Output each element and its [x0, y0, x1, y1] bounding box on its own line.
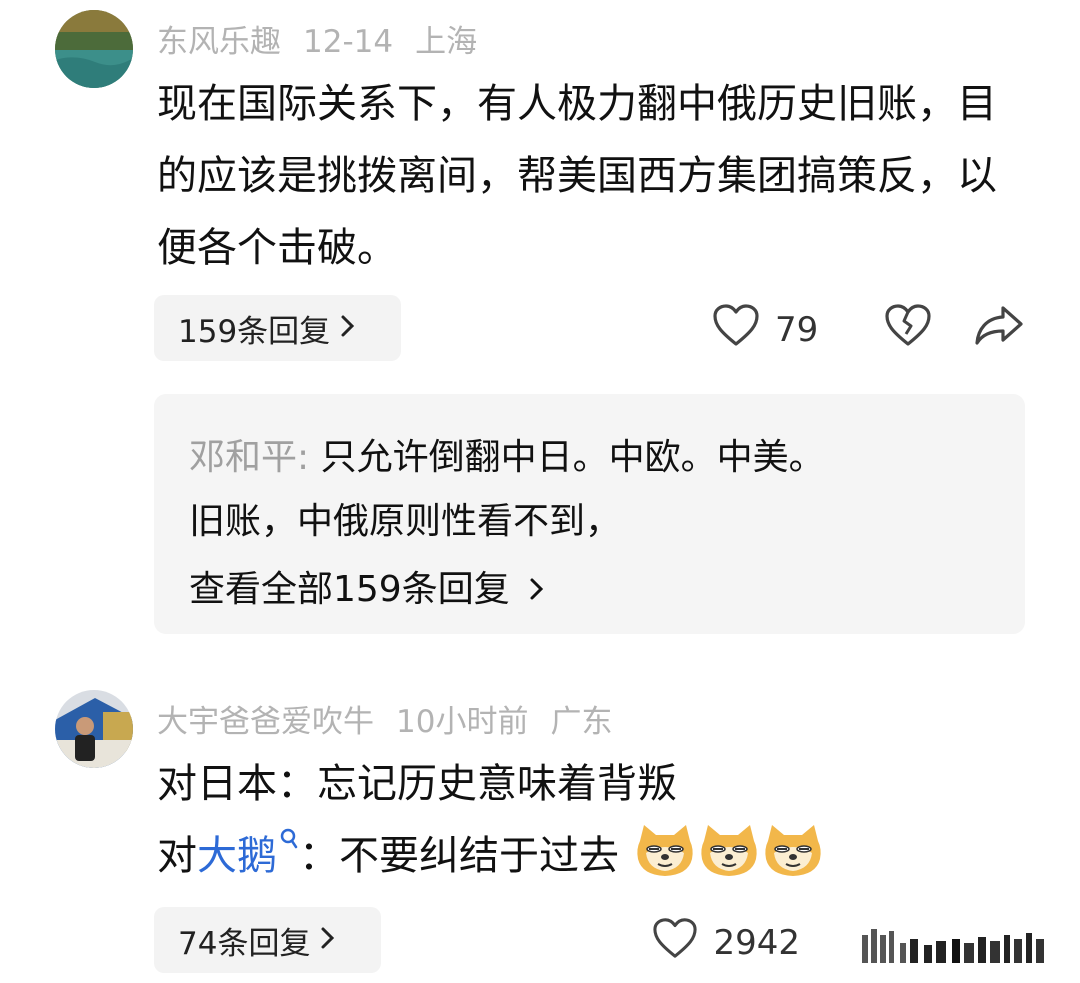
- avatar[interactable]: [55, 690, 133, 768]
- doge-emoji: [701, 825, 757, 876]
- reply-line: 邓和平: 只允许倒翻中日。中欧。中美。: [189, 428, 825, 480]
- heart-icon: [711, 302, 761, 357]
- text-suffix: ：不要纠结于过去: [299, 833, 619, 879]
- share-icon: [973, 302, 1025, 357]
- comment-location: 广东: [550, 704, 613, 740]
- search-icon: [280, 828, 298, 849]
- dislike-button[interactable]: [883, 302, 933, 357]
- broken-heart-icon: [883, 302, 933, 357]
- reply-author[interactable]: 邓和平:: [189, 437, 309, 478]
- comment-meta: 东风乐趣 12-14 上海: [157, 16, 499, 61]
- share-button[interactable]: [973, 302, 1025, 357]
- replies-button[interactable]: 159条回复: [154, 295, 401, 361]
- comment-item: 东风乐趣 12-14 上海 现在国际关系下，有人极力翻中俄历史旧账，目的应该是挑拨离…: [0, 0, 1080, 650]
- like-button[interactable]: 2942: [651, 916, 800, 969]
- replies-label: 159条回复: [178, 313, 331, 350]
- reply-text: 只允许倒翻中日。中欧。中美。: [309, 437, 825, 478]
- view-all-replies[interactable]: 查看全部159条回复: [189, 560, 545, 612]
- reply-text-cont: 旧账，中俄原则性看不到，: [189, 501, 622, 542]
- chevron-right-icon: [320, 924, 336, 957]
- comment-meta: 大宇爸爸爱吹牛 10小时前 广东: [157, 696, 634, 741]
- replies-button[interactable]: 74条回复: [154, 907, 381, 973]
- comment-date: 12-14: [303, 24, 394, 60]
- author-name[interactable]: 东风乐趣: [157, 24, 281, 60]
- comment-text-line: 对日本：忘记历史意味着背叛: [157, 761, 677, 807]
- like-count: 79: [775, 309, 819, 350]
- topic-link-label: 大鹅: [197, 833, 277, 879]
- comment-text: 现在国际关系下，有人极力翻中俄历史旧账，目的应该是挑拨离间，帮美国西方集团搞策反…: [157, 81, 997, 271]
- reply-preview[interactable]: 邓和平: 只允许倒翻中日。中欧。中美。 旧账，中俄原则性看不到， 查看全部159…: [154, 394, 1025, 634]
- avatar[interactable]: [55, 10, 133, 88]
- signal-bars-icon: [860, 921, 1050, 965]
- author-name[interactable]: 大宇爸爸爱吹牛: [157, 704, 374, 740]
- topic-link[interactable]: 大鹅: [197, 828, 299, 879]
- text-prefix: 对: [157, 833, 197, 879]
- view-all-label: 查看全部159条回复: [189, 569, 510, 610]
- doge-emoji: [637, 825, 693, 876]
- chevron-right-icon: [529, 569, 545, 610]
- replies-label: 74条回复: [178, 925, 311, 962]
- comment-text-line: 对大鹅 ：不要纠结于过去: [157, 820, 1017, 892]
- like-count: 2942: [713, 922, 800, 963]
- comment-location: 上海: [415, 24, 478, 60]
- chevron-right-icon: [340, 312, 356, 345]
- comment-actions: 79: [711, 302, 1025, 357]
- comment-item: 大宇爸爸爱吹牛 10小时前 广东 对日本：忘记历史意味着背叛 对大鹅 ：不要纠结于过去: [0, 680, 1080, 983]
- heart-icon: [651, 916, 699, 969]
- like-button[interactable]: 79: [711, 302, 825, 357]
- doge-emoji: [765, 825, 821, 876]
- comment-actions: 2942: [651, 916, 1050, 969]
- comment-date: 10小时前: [396, 704, 529, 740]
